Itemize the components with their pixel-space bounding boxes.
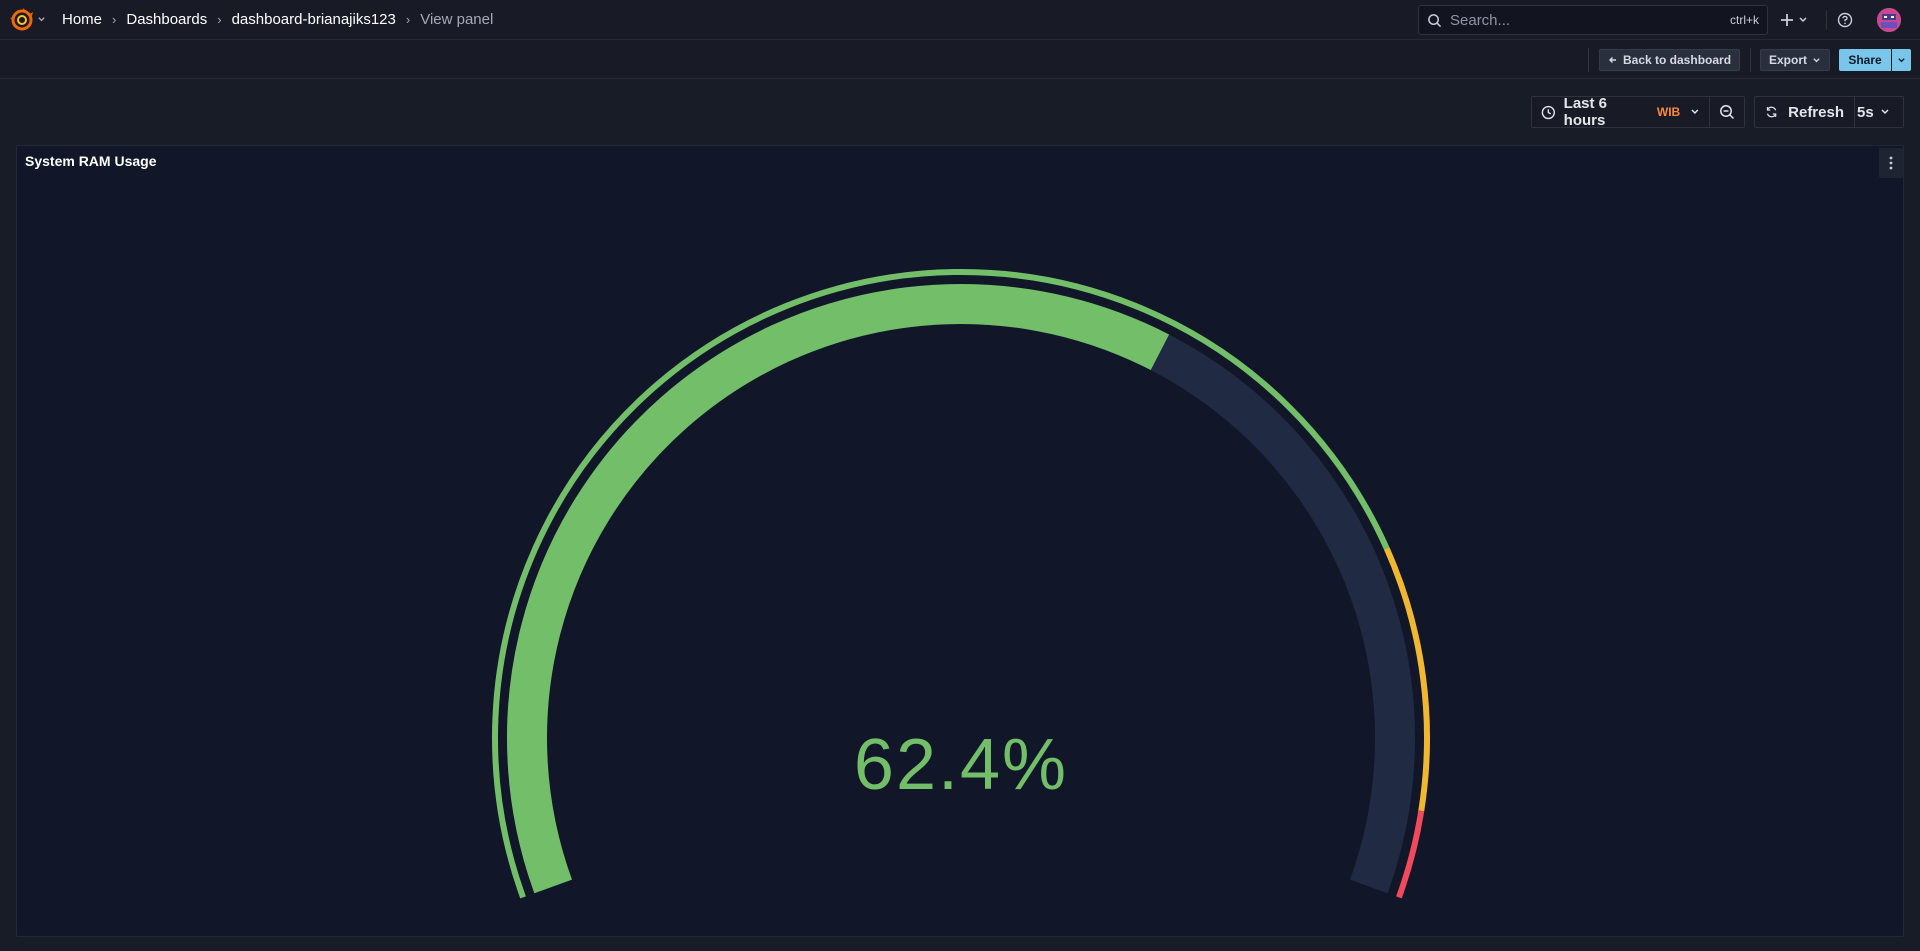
- timezone-badge: WIB: [1656, 105, 1681, 119]
- arrow-left-icon: [1609, 57, 1616, 63]
- search-placeholder: Search...: [1450, 11, 1511, 29]
- panel-toolbar: Back to dashboard Export Share: [0, 40, 1920, 79]
- user-avatar-icon: [1877, 8, 1901, 32]
- refresh-label: Refresh: [1788, 103, 1844, 121]
- divider: [1826, 10, 1827, 30]
- help-button[interactable]: [1837, 12, 1853, 28]
- chevron-right-icon: ›: [405, 12, 411, 27]
- grafana-menu[interactable]: [10, 7, 62, 32]
- zoom-out-icon: [1720, 105, 1735, 120]
- zoom-out-button[interactable]: [1710, 96, 1745, 128]
- breadcrumb: Home › Dashboards › dashboard-brianajiks…: [62, 11, 493, 28]
- share-dropdown-button[interactable]: [1892, 49, 1911, 71]
- divider: [1750, 48, 1751, 72]
- new-button[interactable]: [1780, 13, 1816, 27]
- back-to-dashboard-label: Back to dashboard: [1623, 53, 1732, 67]
- chevron-right-icon: ›: [112, 12, 117, 27]
- refresh-interval-picker[interactable]: 5s: [1855, 96, 1904, 128]
- panel-title: System RAM Usage: [25, 153, 157, 169]
- breadcrumb-dashboard[interactable]: dashboard-brianajiks123: [232, 11, 396, 28]
- chevron-down-icon: [1691, 109, 1699, 115]
- breadcrumb-current: View panel: [420, 11, 494, 28]
- grafana-logo-icon: [10, 7, 33, 30]
- search-input[interactable]: Search... ctrl+k: [1418, 5, 1768, 35]
- breadcrumb-dashboards[interactable]: Dashboards: [126, 11, 207, 28]
- gauge-panel: System RAM Usage 62.4%: [16, 145, 1904, 937]
- export-button[interactable]: Export: [1760, 49, 1831, 71]
- share-button[interactable]: Share: [1839, 49, 1891, 71]
- plus-icon: [1781, 14, 1793, 26]
- breadcrumb-home[interactable]: Home: [62, 11, 102, 28]
- time-range-label: Last 6 hours: [1563, 95, 1608, 129]
- chevron-down-icon: [1799, 17, 1807, 23]
- share-label: Share: [1848, 53, 1882, 67]
- avatar[interactable]: [1877, 8, 1901, 32]
- top-actions: [1780, 0, 1901, 40]
- chevron-down-icon: [1881, 109, 1889, 115]
- top-navbar: Home › Dashboards › dashboard-brianajiks…: [0, 0, 1920, 40]
- chevron-down-icon: [1898, 57, 1905, 62]
- export-label: Export: [1769, 53, 1808, 67]
- more-vertical-icon: [1889, 156, 1893, 170]
- refresh-icon: [1766, 106, 1777, 118]
- search-shortcut: ctrl+k: [1729, 13, 1759, 27]
- chevron-down-icon: [38, 17, 45, 22]
- gauge-chart: [491, 268, 1430, 899]
- time-range-picker[interactable]: Last 6 hours WIB: [1531, 95, 1710, 129]
- divider: [1588, 48, 1589, 72]
- refresh-button[interactable]: Refresh: [1754, 96, 1855, 128]
- panel-menu-button[interactable]: [1879, 148, 1903, 178]
- back-to-dashboard-button[interactable]: Back to dashboard: [1599, 49, 1741, 71]
- clock-icon: [1541, 105, 1555, 119]
- search-icon: [1428, 13, 1442, 27]
- gauge-value-text: 62.4%: [853, 725, 1069, 805]
- refresh-interval-value: 5s: [1857, 103, 1874, 121]
- chevron-down-icon: [1813, 57, 1820, 62]
- chevron-right-icon: ›: [217, 12, 222, 27]
- help-icon: [1837, 12, 1853, 28]
